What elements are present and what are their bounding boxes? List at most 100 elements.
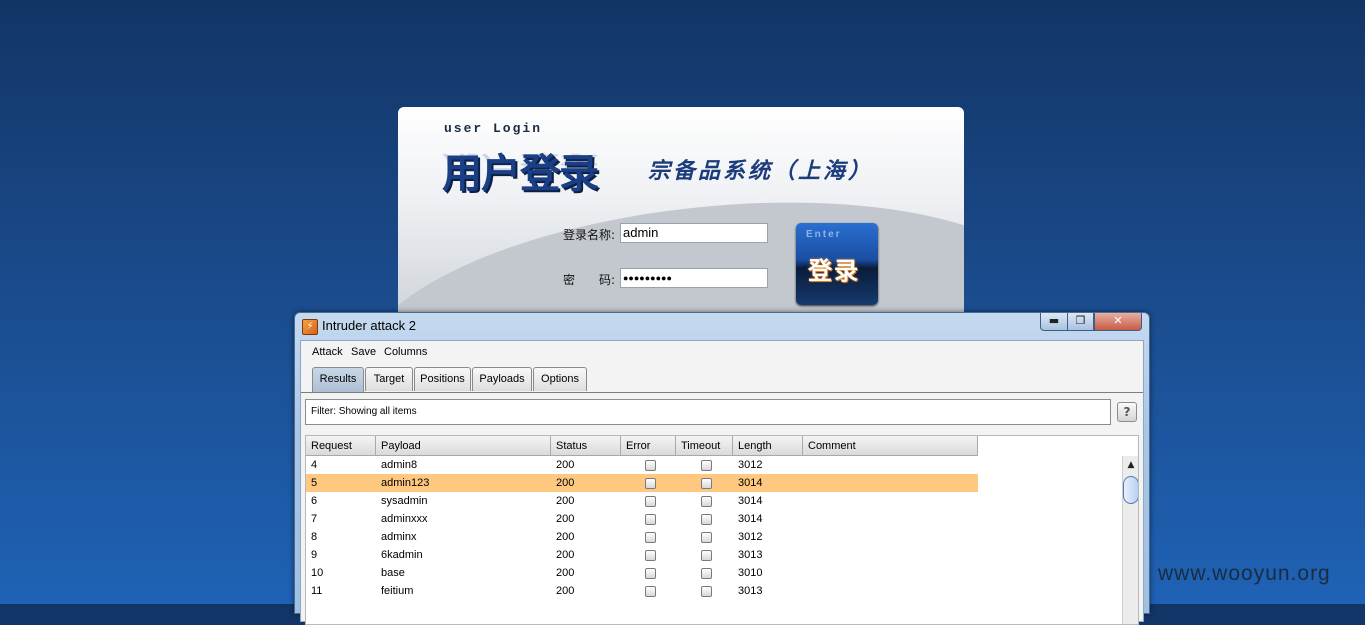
enter-label: Enter [806,229,842,240]
column-header-request[interactable]: Request [306,436,376,456]
minimize-button[interactable]: ▬ [1040,313,1068,331]
error-checkbox[interactable] [645,568,656,579]
error-checkbox[interactable] [645,550,656,561]
cell-payload: feitium [381,585,414,597]
close-button[interactable]: ✕ [1094,313,1142,331]
table-row[interactable]: 6 sysadmin 200 3014 [306,492,978,510]
password-input[interactable]: ●●●●●●●●● [620,268,768,288]
cell-comment [803,474,808,492]
cell-comment [803,564,808,582]
cell-payload: admin123 [381,477,430,489]
table-row[interactable]: 5 admin123 200 3014 [306,474,978,492]
window-titlebar[interactable]: ⚡ Intruder attack 2 ▬ ❐ ✕ [295,313,1149,339]
table-row[interactable]: 9 6kadmin 200 3013 [306,546,978,564]
tab-strip: Results Target Positions Payloads Option… [301,365,1143,393]
cell-length: 3013 [738,549,763,561]
table-row[interactable]: 11 feitium 200 3013 [306,582,978,600]
menu-columns[interactable]: Columns [384,346,427,358]
cell-length: 3012 [738,531,763,543]
tab-results[interactable]: Results [312,367,364,392]
cell-status: 200 [556,459,575,471]
table-row[interactable]: 10 base 200 3010 [306,564,978,582]
cell-request: 8 [311,531,318,543]
cell-status: 200 [556,531,575,543]
cell-request: 6 [311,495,318,507]
table-row[interactable]: 8 adminx 200 3012 [306,528,978,546]
column-header-status[interactable]: Status [551,436,621,456]
cell-status: 200 [556,513,575,525]
username-input[interactable]: admin [620,223,768,243]
cell-comment [803,582,808,600]
error-checkbox[interactable] [645,460,656,471]
table-row[interactable]: 7 adminxxx 200 3014 [306,510,978,528]
cell-comment [803,528,808,546]
cell-request: 7 [311,513,318,525]
error-checkbox[interactable] [645,514,656,525]
cell-length: 3014 [738,495,763,507]
cell-length: 3012 [738,459,763,471]
timeout-checkbox[interactable] [701,478,712,489]
cell-payload: admin8 [381,459,418,471]
cell-comment [803,546,808,564]
timeout-checkbox[interactable] [701,568,712,579]
cell-length: 3010 [738,567,763,579]
scroll-thumb[interactable] [1123,476,1138,504]
burp-app-icon: ⚡ [302,319,318,335]
cell-request: 10 [311,567,324,579]
cell-payload: sysadmin [381,495,428,507]
user-login-label: user Login [444,121,543,136]
timeout-checkbox[interactable] [701,514,712,525]
scroll-up-arrow-icon[interactable]: ▲ [1124,458,1138,472]
system-name: 宗备品系统（上海） [648,158,874,184]
timeout-checkbox[interactable] [701,586,712,597]
column-header-timeout[interactable]: Timeout [676,436,733,456]
menu-save[interactable]: Save [351,346,376,358]
results-table: Request Payload Status Error Timeout Len… [305,435,1139,625]
error-checkbox[interactable] [645,496,656,507]
tab-positions[interactable]: Positions [414,367,471,391]
column-header-length[interactable]: Length [733,436,803,456]
menu-attack[interactable]: Attack [312,346,343,358]
window-title: Intruder attack 2 [322,318,416,333]
cell-comment [803,456,808,474]
cell-status: 200 [556,549,575,561]
watermark: www.wooyun.org [1158,562,1331,585]
help-button[interactable]: ? [1117,402,1137,422]
filter-bar[interactable]: Filter: Showing all items [305,399,1111,425]
table-header: Request Payload Status Error Timeout Len… [306,436,978,456]
error-checkbox[interactable] [645,478,656,489]
error-checkbox[interactable] [645,532,656,543]
column-header-payload[interactable]: Payload [376,436,551,456]
enter-login-button[interactable]: Enter 登录 [796,223,878,305]
column-header-error[interactable]: Error [621,436,676,456]
table-rows: 4 admin8 200 3012 5 admin123 200 3014 6 … [306,456,978,600]
cell-comment [803,510,808,528]
column-header-comment[interactable]: Comment [803,436,978,456]
cell-status: 200 [556,585,575,597]
tab-options[interactable]: Options [533,367,587,391]
tab-payloads[interactable]: Payloads [472,367,532,391]
cell-payload: 6kadmin [381,549,423,561]
cell-status: 200 [556,477,575,489]
maximize-button[interactable]: ❐ [1067,313,1094,331]
login-logo-reflection: 用户登录 [442,151,598,174]
vertical-scrollbar[interactable]: ▲ [1122,456,1138,624]
timeout-checkbox[interactable] [701,496,712,507]
cell-payload: base [381,567,405,579]
cell-payload: adminx [381,531,417,543]
cell-request: 4 [311,459,318,471]
table-row[interactable]: 4 admin8 200 3012 [306,456,978,474]
timeout-checkbox[interactable] [701,460,712,471]
cell-payload: adminxxx [381,513,428,525]
cell-length: 3014 [738,513,763,525]
cell-status: 200 [556,567,575,579]
timeout-checkbox[interactable] [701,550,712,561]
tab-target[interactable]: Target [365,367,413,391]
password-label: 密 码: [563,273,616,287]
menubar: Attack Save Columns [301,341,1143,364]
login-panel: user Login 用户登录 用户登录 宗备品系统（上海） 登录名称: adm… [398,107,964,317]
username-label: 登录名称: [563,228,616,242]
timeout-checkbox[interactable] [701,532,712,543]
error-checkbox[interactable] [645,586,656,597]
cell-request: 9 [311,549,318,561]
